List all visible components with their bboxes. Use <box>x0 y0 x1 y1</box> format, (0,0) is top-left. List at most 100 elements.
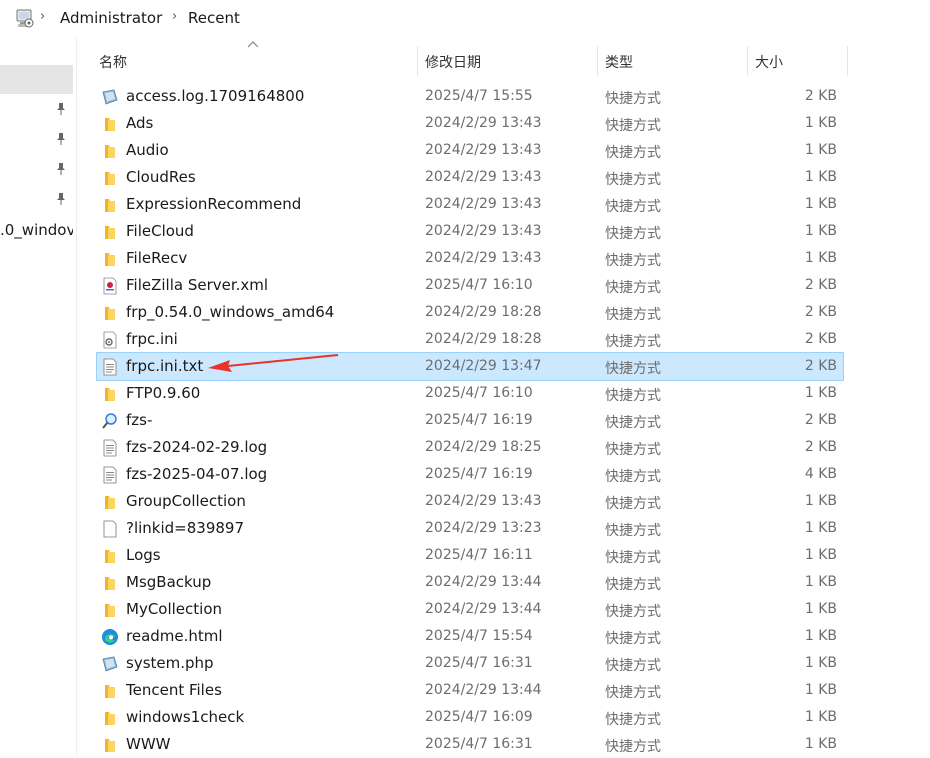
file-type: 快捷方式 <box>605 712 661 728</box>
file-name: fzs-2024-02-29.log <box>126 438 268 456</box>
file-row[interactable]: frp_0.54.0_windows_amd64 2024/2/29 18:28 快… <box>97 299 843 326</box>
breadcrumb-item-administrator[interactable]: Administrator <box>60 9 162 27</box>
file-name: frpc.ini.txt <box>126 357 204 375</box>
file-modified-date: 2024/2/29 13:23 <box>425 520 542 536</box>
file-row[interactable]: FTP0.9.60 2025/4/7 16:10 快捷方式 1 KB <box>97 380 843 407</box>
text-file-icon <box>101 466 119 484</box>
file-type: 快捷方式 <box>605 685 661 701</box>
pin-icon[interactable] <box>55 162 67 176</box>
column-divider[interactable] <box>847 46 848 76</box>
folder-icon <box>101 169 119 187</box>
file-modified-date: 2024/2/29 13:43 <box>425 493 542 509</box>
file-size: 1 KB <box>804 736 837 752</box>
folder-icon <box>101 574 119 592</box>
file-name: Tencent Files <box>126 681 222 699</box>
file-name: readme.html <box>126 627 223 645</box>
pin-icon[interactable] <box>55 132 67 146</box>
file-modified-date: 2024/2/29 13:43 <box>425 115 542 131</box>
file-row[interactable]: ExpressionRecommend 2024/2/29 13:43 快捷方式 1 … <box>97 191 843 218</box>
folder-icon <box>101 682 119 700</box>
file-type: 快捷方式 <box>605 415 661 431</box>
file-size: 1 KB <box>804 169 837 185</box>
file-size: 1 KB <box>804 709 837 725</box>
file-row[interactable]: Logs 2025/4/7 16:11 快捷方式 1 KB <box>97 542 843 569</box>
file-modified-date: 2025/4/7 16:09 <box>425 709 533 725</box>
file-name: Logs <box>126 546 161 564</box>
file-row[interactable]: frpc.ini 2024/2/29 18:28 快捷方式 2 KB <box>97 326 843 353</box>
file-row[interactable]: system.php 2025/4/7 16:31 快捷方式 1 KB <box>97 650 843 677</box>
file-size: 2 KB <box>804 88 837 104</box>
folder-icon <box>101 385 119 403</box>
file-row[interactable]: GroupCollection 2024/2/29 13:43 快捷方式 1 KB <box>97 488 843 515</box>
file-type: 快捷方式 <box>605 469 661 485</box>
file-size: 4 KB <box>804 466 837 482</box>
file-row[interactable]: Ads 2024/2/29 13:43 快捷方式 1 KB <box>97 110 843 137</box>
file-row[interactable]: access.log.1709164800 2025/4/7 15:55 快捷方式 2… <box>97 83 843 110</box>
file-type: 快捷方式 <box>605 334 661 350</box>
breadcrumb-item-recent[interactable]: Recent <box>188 9 240 27</box>
file-name: FileRecv <box>126 249 188 267</box>
column-header-type[interactable]: 类型 <box>605 52 633 72</box>
file-row[interactable]: FileCloud 2024/2/29 13:43 快捷方式 1 KB <box>97 218 843 245</box>
file-name: fzs-2025-04-07.log <box>126 465 268 483</box>
file-type: 快捷方式 <box>605 739 661 755</box>
column-divider[interactable] <box>747 46 748 76</box>
file-size: 1 KB <box>804 250 837 266</box>
file-row[interactable]: fzs-2024-02-29.log 2024/2/29 18:25 快捷方式 2 K… <box>97 434 843 461</box>
file-size: 1 KB <box>804 628 837 644</box>
nav-item-truncated[interactable]: .0_windov <box>0 221 73 239</box>
file-row[interactable]: windows1check 2025/4/7 16:09 快捷方式 1 KB <box>97 704 843 731</box>
file-row[interactable]: fzs-2025-04-07.log 2025/4/7 16:19 快捷方式 4 KB <box>97 461 843 488</box>
file-row[interactable]: readme.html 2025/4/7 15:54 快捷方式 1 KB <box>97 623 843 650</box>
column-header-name[interactable]: 名称 <box>99 52 127 72</box>
file-size: 1 KB <box>804 493 837 509</box>
nav-item-selected[interactable] <box>0 65 73 94</box>
column-divider[interactable] <box>597 46 598 76</box>
column-header-date[interactable]: 修改日期 <box>425 52 481 72</box>
file-row[interactable]: Tencent Files 2024/2/29 13:44 快捷方式 1 KB <box>97 677 843 704</box>
column-header-size[interactable]: 大小 <box>755 52 783 72</box>
text-file-icon <box>101 439 119 457</box>
pane-divider[interactable] <box>76 38 77 756</box>
file-size: 2 KB <box>804 304 837 320</box>
file-size: 1 KB <box>804 601 837 617</box>
xml-file-icon <box>101 277 119 295</box>
folder-icon <box>101 601 119 619</box>
file-name: FileCloud <box>126 222 194 240</box>
file-row[interactable]: Audio 2024/2/29 13:43 快捷方式 1 KB <box>97 137 843 164</box>
file-size: 2 KB <box>804 412 837 428</box>
file-type: 快捷方式 <box>605 226 661 242</box>
blank-file-icon <box>101 520 119 538</box>
file-name: windows1check <box>126 708 245 726</box>
file-name: Ads <box>126 114 154 132</box>
file-name: CloudRes <box>126 168 196 186</box>
folder-icon <box>101 250 119 268</box>
pin-icon[interactable] <box>55 102 67 116</box>
file-modified-date: 2024/2/29 18:28 <box>425 304 542 320</box>
file-modified-date: 2024/2/29 13:43 <box>425 169 542 185</box>
file-row[interactable]: MsgBackup 2024/2/29 13:44 快捷方式 1 KB <box>97 569 843 596</box>
file-row[interactable]: FileZilla Server.xml 2025/4/7 16:10 快捷方式 2 … <box>97 272 843 299</box>
file-type: 快捷方式 <box>605 496 661 512</box>
chevron-right-icon: › <box>40 9 46 24</box>
file-name: FTP0.9.60 <box>126 384 201 402</box>
address-bar[interactable]: › Administrator › Recent <box>0 0 930 38</box>
file-modified-date: 2024/2/29 13:43 <box>425 250 542 266</box>
file-type: 快捷方式 <box>605 658 661 674</box>
file-type: 快捷方式 <box>605 91 661 107</box>
log-file-icon <box>101 88 119 106</box>
file-row[interactable]: CloudRes 2024/2/29 13:43 快捷方式 1 KB <box>97 164 843 191</box>
file-modified-date: 2025/4/7 16:10 <box>425 277 533 293</box>
file-size: 1 KB <box>804 520 837 536</box>
pin-icon[interactable] <box>55 192 67 206</box>
file-row[interactable]: ?linkid=839897 2024/2/29 13:23 快捷方式 1 KB <box>97 515 843 542</box>
file-type: 快捷方式 <box>605 118 661 134</box>
file-row[interactable]: fzs- 2025/4/7 16:19 快捷方式 2 KB <box>97 407 843 434</box>
file-row[interactable]: MyCollection 2024/2/29 13:44 快捷方式 1 KB <box>97 596 843 623</box>
file-type: 快捷方式 <box>605 604 661 620</box>
column-divider[interactable] <box>417 46 418 76</box>
file-row[interactable]: WWW 2025/4/7 16:31 快捷方式 1 KB <box>97 731 843 758</box>
file-name: access.log.1709164800 <box>126 87 305 105</box>
file-row[interactable]: FileRecv 2024/2/29 13:43 快捷方式 1 KB <box>97 245 843 272</box>
folder-icon <box>101 493 119 511</box>
